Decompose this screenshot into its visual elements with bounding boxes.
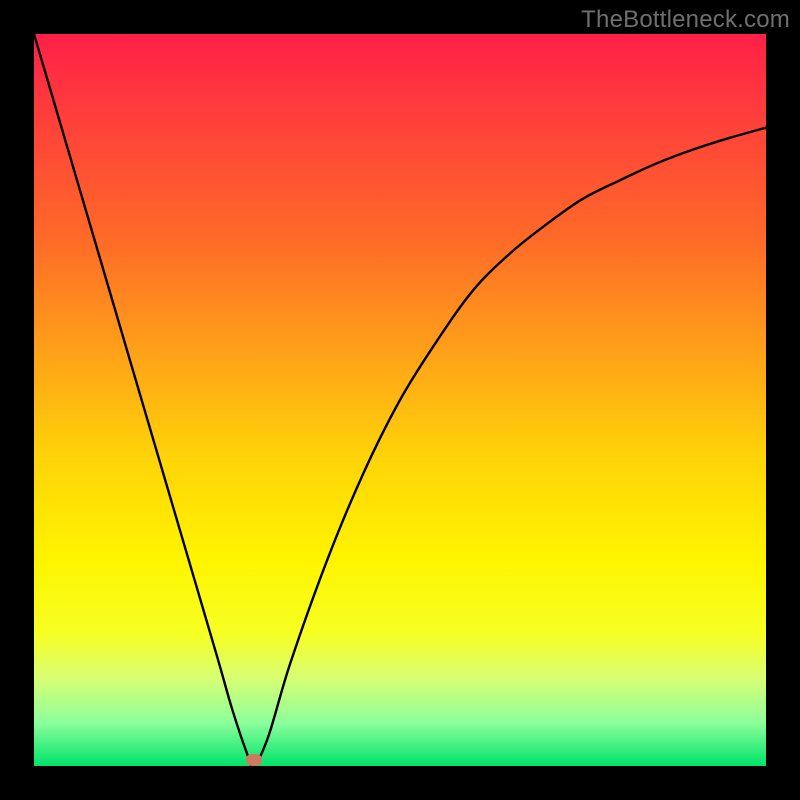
chart-frame: TheBottleneck.com xyxy=(0,0,800,800)
plot-area xyxy=(34,34,766,766)
marker-dot xyxy=(246,754,262,766)
watermark-text: TheBottleneck.com xyxy=(581,6,790,34)
curve-svg xyxy=(34,34,766,766)
bottleneck-curve xyxy=(34,34,766,766)
